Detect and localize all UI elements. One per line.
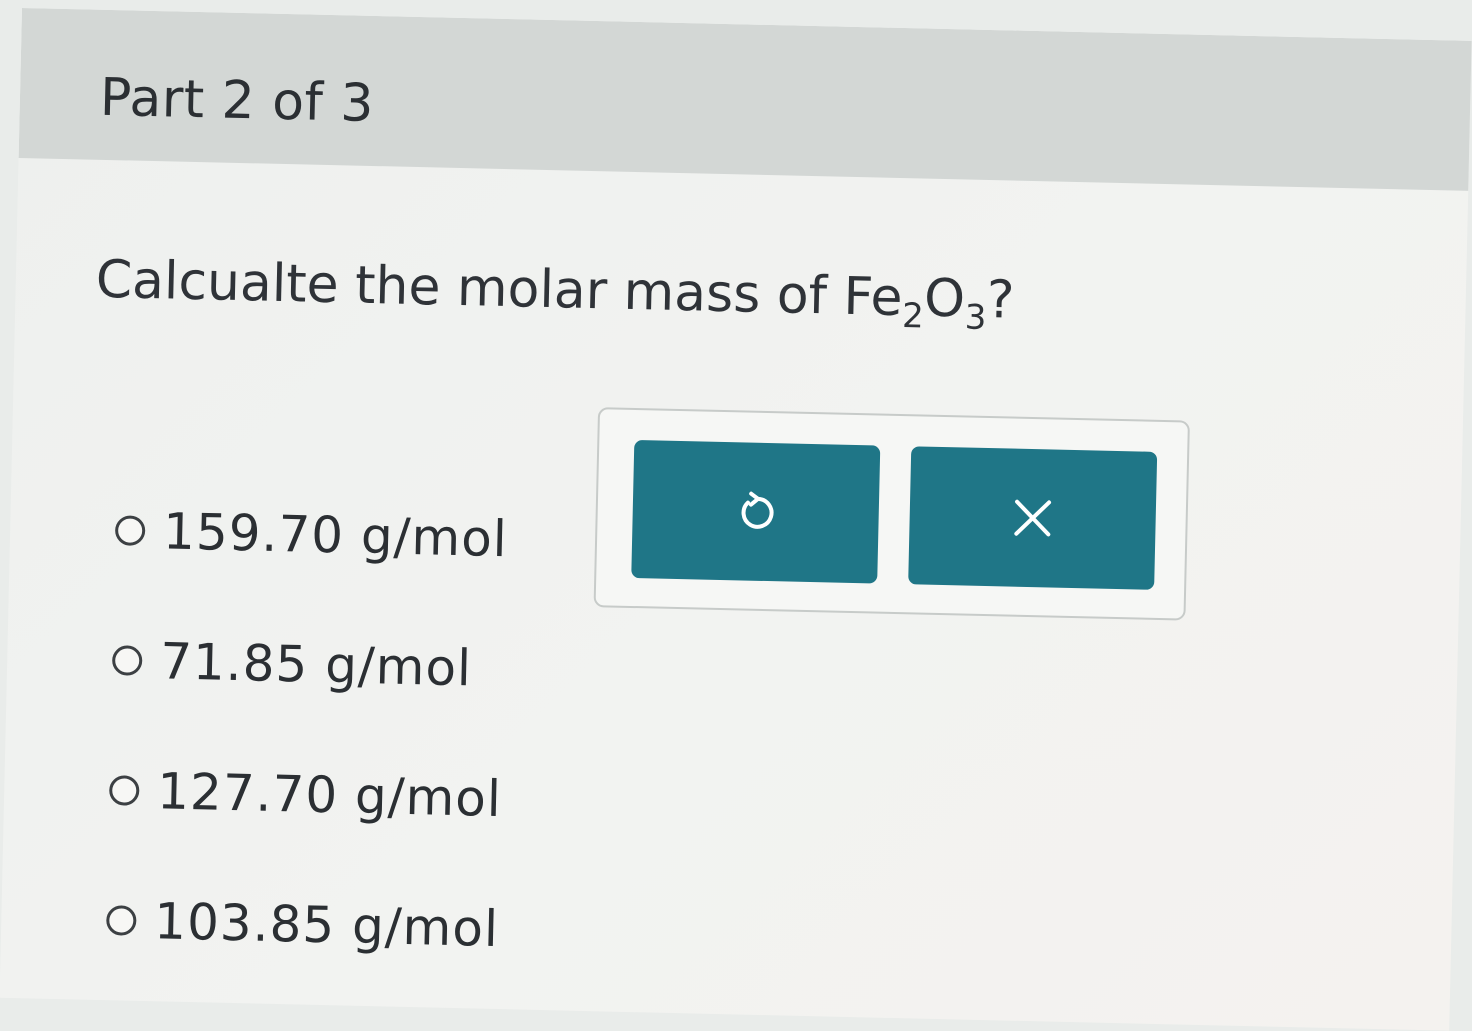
- choice-label: 71.85 g/mol: [159, 632, 473, 698]
- undo-icon: [733, 489, 778, 534]
- part-title: Part 2 of 3: [99, 67, 375, 135]
- choice-4[interactable]: 103.85 g/mol: [105, 855, 500, 994]
- radio-button[interactable]: [108, 775, 140, 806]
- undo-button[interactable]: [631, 440, 881, 584]
- radio-button[interactable]: [111, 645, 143, 676]
- choice-label: 159.70 g/mol: [162, 502, 509, 569]
- clear-button[interactable]: [908, 446, 1158, 590]
- formula-subscript-2: 2: [901, 296, 925, 337]
- screen: Part 2 of 3 Calcualte the molar mass of …: [0, 8, 1472, 1031]
- question-suffix: ?: [986, 269, 1016, 331]
- choice-label: 127.70 g/mol: [156, 762, 503, 829]
- choice-2[interactable]: 71.85 g/mol: [111, 595, 506, 734]
- answer-choices: 159.70 g/mol 71.85 g/mol 127.70 g/mol 10…: [105, 465, 509, 994]
- answer-tools-panel: [593, 407, 1190, 621]
- question-prefix: Calcualte the molar mass of: [95, 249, 845, 327]
- question-text: Calcualte the molar mass of Fe2O3?: [95, 250, 1015, 339]
- formula-element-fe: Fe: [842, 266, 904, 329]
- part-header: Part 2 of 3: [18, 8, 1472, 192]
- choice-3[interactable]: 127.70 g/mol: [108, 725, 503, 864]
- choice-label: 103.85 g/mol: [153, 892, 500, 959]
- close-icon: [1010, 496, 1055, 541]
- formula-subscript-3: 3: [964, 297, 987, 338]
- choice-1[interactable]: 159.70 g/mol: [114, 465, 509, 604]
- radio-button[interactable]: [105, 905, 137, 936]
- radio-button[interactable]: [114, 515, 146, 546]
- formula-element-o: O: [923, 268, 966, 330]
